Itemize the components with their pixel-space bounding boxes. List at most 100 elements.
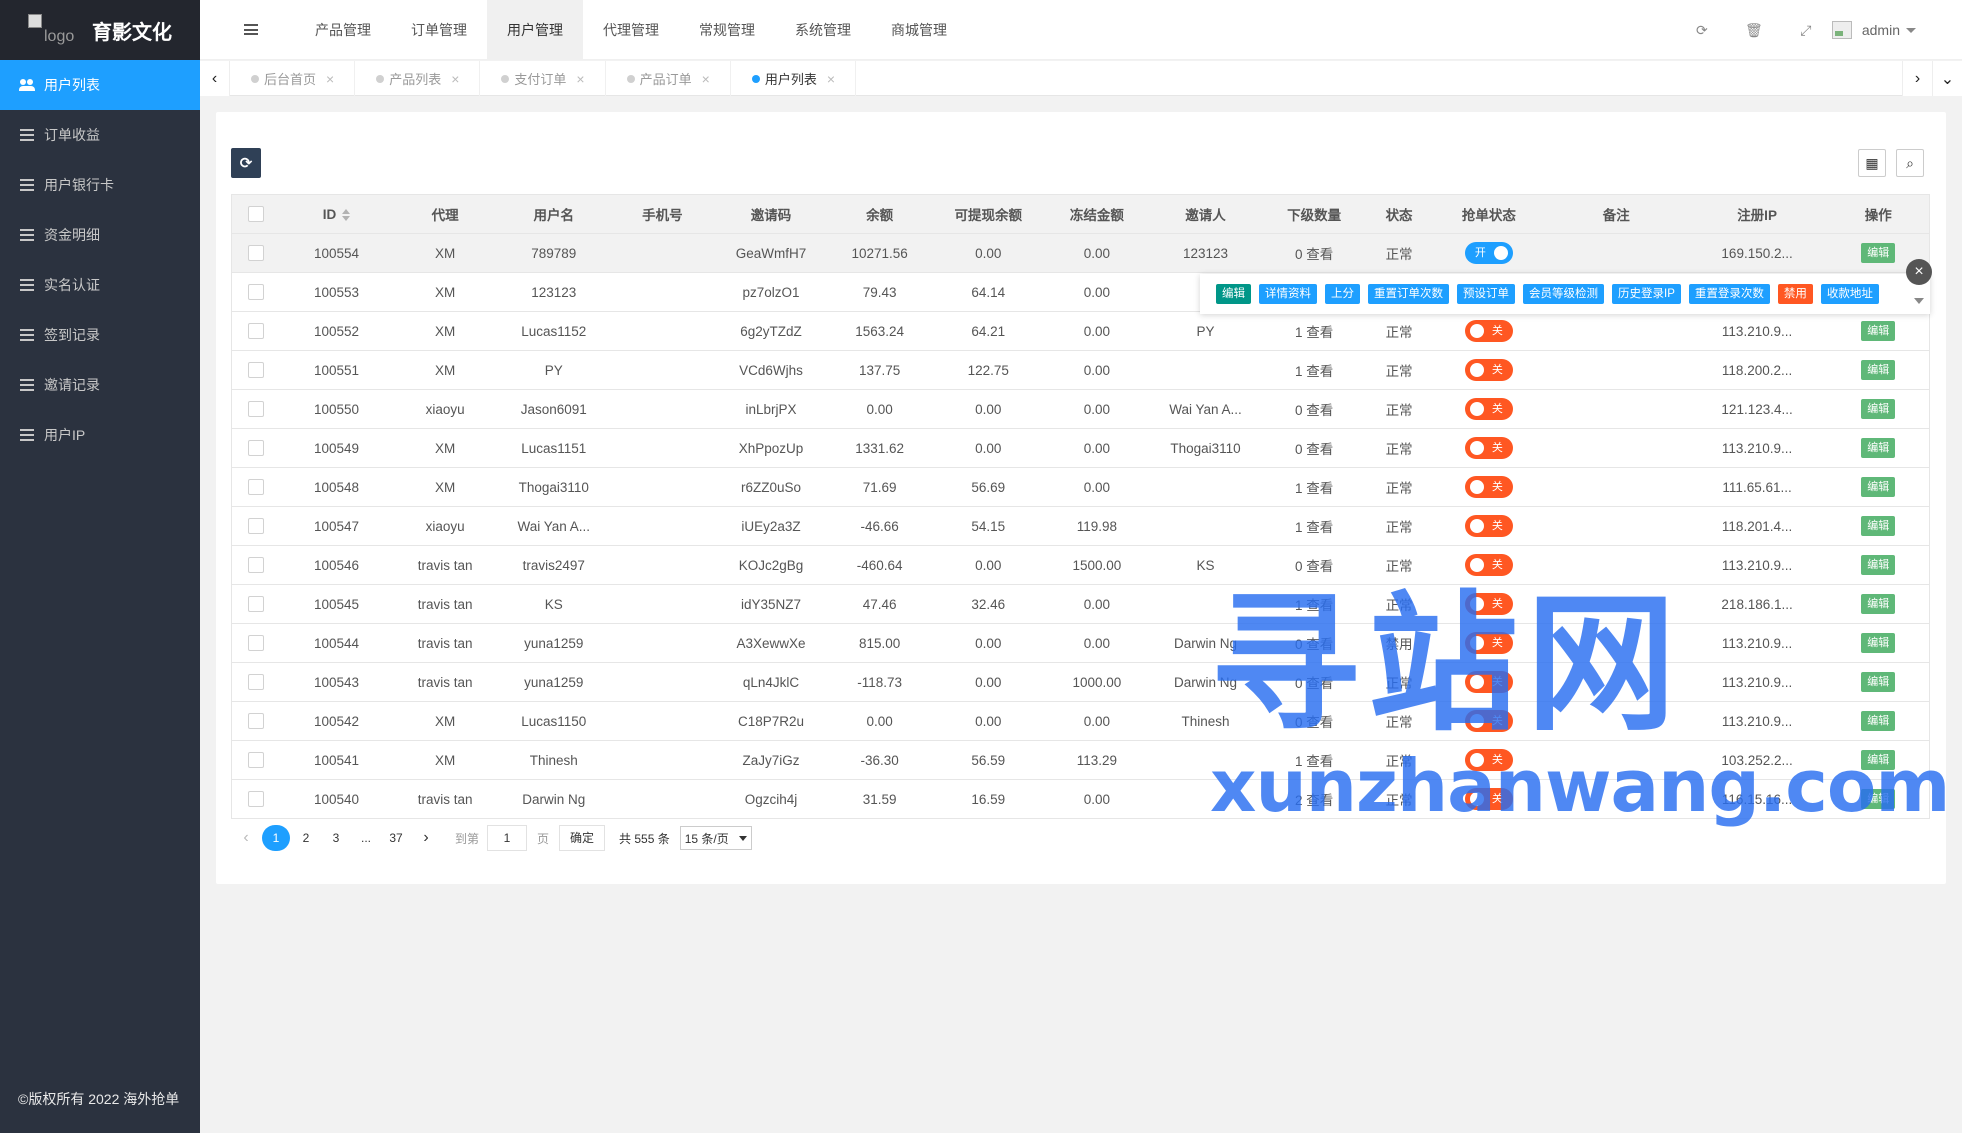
- page-number[interactable]: 1: [262, 825, 290, 851]
- edit-button[interactable]: 编辑: [1861, 399, 1896, 419]
- table-row[interactable]: 100551 XM PY VCd6Wjhs 137.75 122.75 0.00 1 查看 正常…: [231, 350, 1930, 390]
- row-checkbox[interactable]: [248, 674, 265, 691]
- grab-order-toggle[interactable]: 关: [1464, 749, 1513, 771]
- table-row[interactable]: 100544 travis tan yuna1259 A3XewwXe 815.00 0.…: [231, 623, 1930, 663]
- grab-order-toggle[interactable]: 关: [1464, 593, 1513, 615]
- close-icon[interactable]: ×: [451, 71, 459, 87]
- table-row[interactable]: 100548 XM Thogai3110 r6ZZ0uSo 71.69 56.69 0.00…: [231, 467, 1930, 507]
- cell-value[interactable]: 1 查看: [1295, 598, 1333, 613]
- cell-value[interactable]: 1 查看: [1295, 520, 1333, 535]
- edit-button[interactable]: 编辑: [1861, 243, 1896, 263]
- top-nav-item[interactable]: 代理管理: [583, 0, 679, 60]
- avatar[interactable]: [1831, 21, 1852, 39]
- action-button[interactable]: 重置登录次数: [1688, 284, 1770, 304]
- prev-page-icon[interactable]: ‹: [232, 825, 260, 851]
- edit-button[interactable]: 编辑: [1861, 672, 1896, 692]
- action-button[interactable]: 会员等级检测: [1523, 284, 1604, 304]
- row-checkbox[interactable]: [248, 323, 265, 340]
- action-button[interactable]: 详情资料: [1259, 284, 1317, 304]
- action-button[interactable]: 历史登录IP: [1612, 284, 1681, 304]
- grab-order-toggle[interactable]: 关: [1464, 671, 1513, 693]
- table-refresh-button[interactable]: ⟳: [231, 148, 261, 178]
- action-button[interactable]: 禁用: [1777, 284, 1813, 304]
- top-nav-item[interactable]: 商城管理: [871, 0, 967, 60]
- refresh-icon[interactable]: ⟳: [1676, 0, 1728, 60]
- grab-order-toggle[interactable]: 关: [1464, 359, 1513, 381]
- chevron-down-icon[interactable]: [1906, 27, 1916, 33]
- table-row[interactable]: 100550 xiaoyu Jason6091 inLbrjPX 0.00 0.00 0.0…: [231, 389, 1930, 429]
- close-icon[interactable]: ×: [576, 71, 584, 87]
- fullscreen-icon[interactable]: ⤢: [1780, 0, 1832, 60]
- admin-name[interactable]: admin: [1862, 22, 1900, 38]
- table-row[interactable]: 100543 travis tan yuna1259 qLn4JklC -118.73 0…: [231, 662, 1930, 702]
- grab-order-toggle[interactable]: 关: [1464, 515, 1513, 537]
- cell-value[interactable]: 0 查看: [1295, 715, 1333, 730]
- close-icon[interactable]: ×: [326, 71, 334, 87]
- page-size-select[interactable]: 15 条/页: [679, 826, 752, 850]
- popup-more-icon[interactable]: [1914, 298, 1924, 304]
- table-row[interactable]: 100546 travis tan travis2497 KOJc2gBg -460.6…: [231, 545, 1930, 585]
- edit-button[interactable]: 编辑: [1861, 594, 1896, 614]
- action-button[interactable]: 收款地址: [1820, 284, 1879, 304]
- grab-order-toggle[interactable]: 关: [1464, 437, 1513, 459]
- row-checkbox[interactable]: [248, 752, 265, 769]
- close-icon[interactable]: ×: [702, 71, 710, 87]
- row-checkbox[interactable]: [248, 596, 265, 613]
- edit-button[interactable]: 编辑: [1861, 477, 1896, 497]
- edit-button[interactable]: 编辑: [1861, 321, 1896, 341]
- cell-value[interactable]: 1 查看: [1295, 325, 1333, 340]
- row-checkbox[interactable]: [248, 401, 265, 418]
- tab-item[interactable]: 用户列表 ×: [731, 61, 857, 96]
- grab-order-toggle[interactable]: 关: [1464, 554, 1513, 576]
- jump-page-input[interactable]: 1: [487, 825, 528, 851]
- table-row[interactable]: 100549 XM Lucas1151 XhPpozUp 1331.62 0.00 0.00…: [231, 428, 1930, 468]
- sidebar-item[interactable]: 实名认证: [0, 260, 200, 310]
- cell-value[interactable]: 1 查看: [1295, 481, 1333, 496]
- row-checkbox[interactable]: [248, 713, 265, 730]
- table-row[interactable]: 100554 XM 789789 GeaWmfH7 10271.56 0.00 0.00 12…: [231, 233, 1930, 273]
- cell-value[interactable]: 0 查看: [1295, 559, 1333, 574]
- tab-item[interactable]: 产品列表 ×: [355, 61, 481, 96]
- edit-button[interactable]: 编辑: [1861, 360, 1896, 380]
- grab-order-toggle[interactable]: 关: [1464, 320, 1513, 342]
- grab-order-toggle[interactable]: 关: [1464, 632, 1513, 654]
- tab-item[interactable]: 支付订单 ×: [480, 61, 606, 96]
- row-checkbox[interactable]: [248, 635, 265, 652]
- cell-value[interactable]: 0 查看: [1295, 247, 1333, 262]
- top-nav-item[interactable]: 系统管理: [775, 0, 871, 60]
- table-row[interactable]: 100540 travis tan Darwin Ng Ogzcih4j 31.59 16…: [231, 779, 1930, 819]
- row-checkbox[interactable]: [248, 518, 265, 535]
- tabs-prev-icon[interactable]: ‹: [200, 61, 230, 96]
- edit-button[interactable]: 编辑: [1861, 555, 1896, 575]
- cell-value[interactable]: 2 查看: [1295, 793, 1333, 808]
- edit-button[interactable]: 编辑: [1861, 516, 1896, 536]
- page-number[interactable]: 3: [322, 825, 350, 851]
- table-row[interactable]: 100541 XM Thinesh ZaJy7iGz -36.30 56.59 113.29…: [231, 740, 1930, 780]
- grab-order-toggle[interactable]: 关: [1464, 476, 1513, 498]
- row-checkbox[interactable]: [248, 791, 265, 808]
- close-icon[interactable]: ×: [1906, 259, 1932, 285]
- grab-order-toggle[interactable]: 关: [1464, 710, 1513, 732]
- tabs-menu-icon[interactable]: ⌄: [1932, 61, 1962, 96]
- edit-button[interactable]: 编辑: [1861, 789, 1896, 809]
- sidebar-item[interactable]: 用户列表: [0, 60, 200, 110]
- sort-icon[interactable]: [342, 208, 351, 221]
- row-checkbox[interactable]: [248, 479, 265, 496]
- sidebar-item[interactable]: 用户银行卡: [0, 160, 200, 210]
- grab-order-toggle[interactable]: 开: [1464, 242, 1513, 264]
- columns-filter-icon[interactable]: ▦: [1858, 149, 1886, 177]
- sidebar-item[interactable]: 用户IP: [0, 410, 200, 460]
- table-row[interactable]: 100545 travis tan KS idY35NZ7 47.46 32.46 0.00…: [231, 584, 1930, 624]
- sidebar-item[interactable]: 签到记录: [0, 310, 200, 360]
- table-row[interactable]: 100552 XM Lucas1152 6g2yTZdZ 1563.24 64.21 0.0…: [231, 311, 1930, 351]
- trash-icon[interactable]: 🗑: [1728, 0, 1780, 60]
- search-icon[interactable]: ⌕: [1896, 149, 1924, 177]
- table-row[interactable]: 100547 xiaoyu Wai Yan A... iUEy2a3Z -46.66 54…: [231, 506, 1930, 546]
- top-nav-item[interactable]: 订单管理: [391, 0, 487, 60]
- action-button[interactable]: 编辑: [1216, 284, 1251, 304]
- cell-value[interactable]: 0 查看: [1295, 676, 1333, 691]
- tab-item[interactable]: 后台首页 ×: [230, 61, 356, 96]
- sidebar-item[interactable]: 资金明细: [0, 210, 200, 260]
- edit-button[interactable]: 编辑: [1861, 711, 1896, 731]
- cell-value[interactable]: 0 查看: [1295, 403, 1333, 418]
